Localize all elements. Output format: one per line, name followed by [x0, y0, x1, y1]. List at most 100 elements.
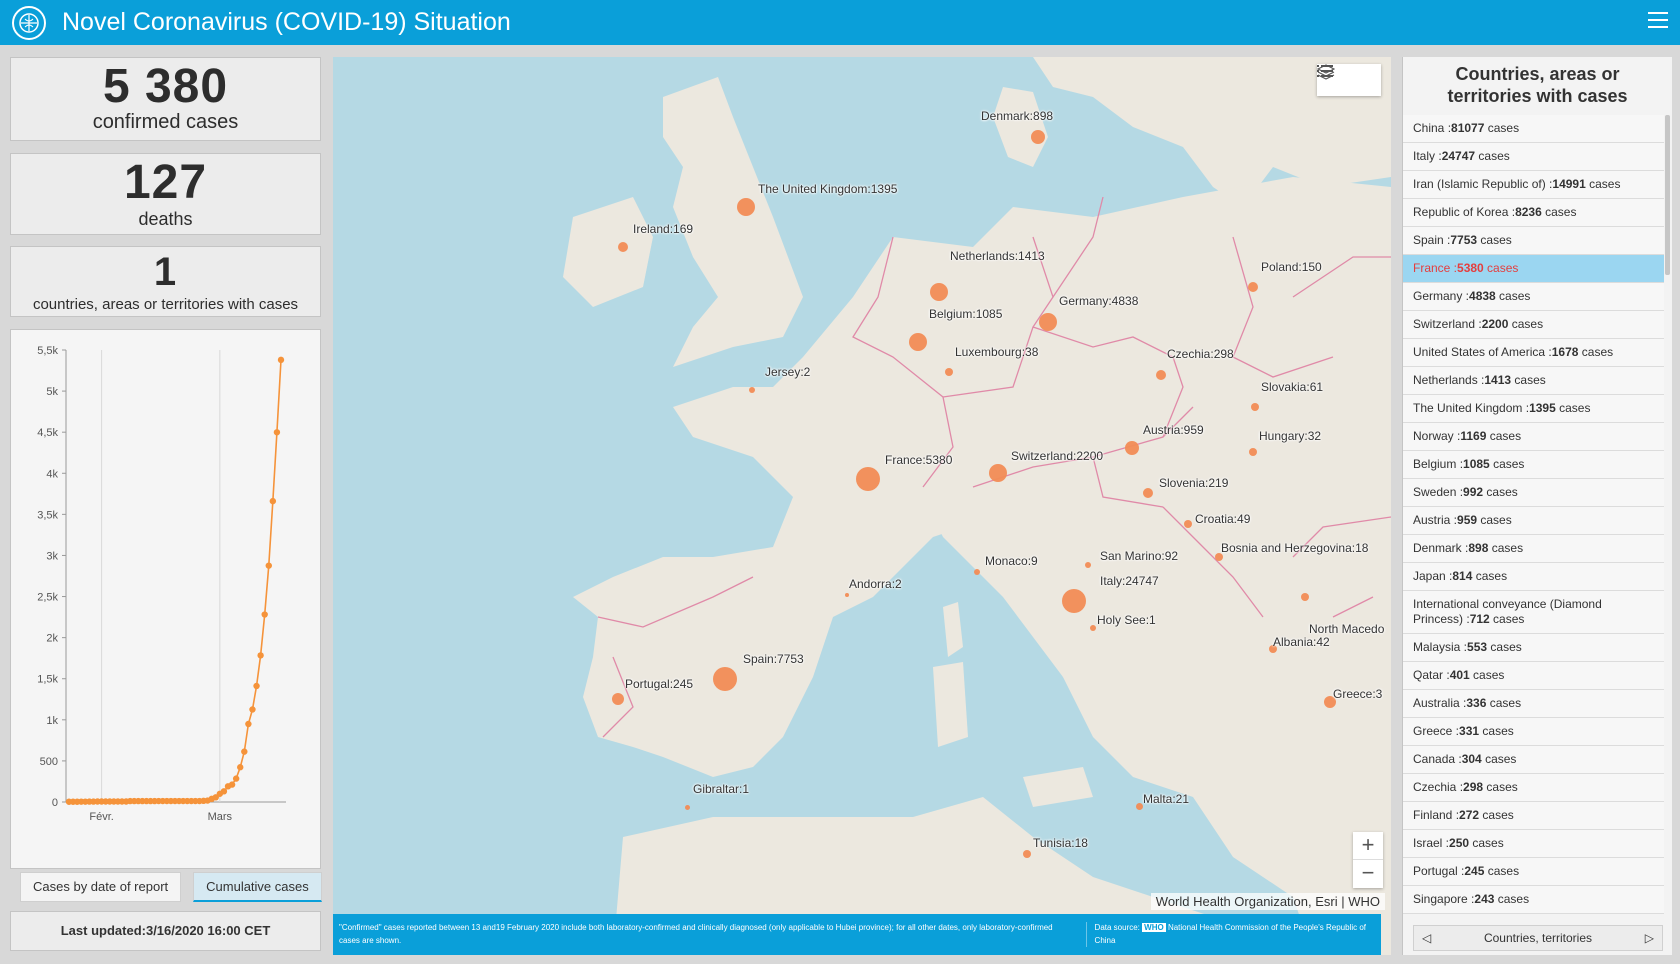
case-marker[interactable]	[618, 242, 628, 252]
list-item[interactable]: China :81077 cases	[1403, 115, 1664, 143]
case-marker[interactable]	[1251, 403, 1259, 411]
list-item[interactable]: Canada :304 cases	[1403, 746, 1664, 774]
list-item-name: Israel :	[1413, 836, 1450, 850]
list-item[interactable]: Australia :336 cases	[1403, 690, 1664, 718]
list-scrollbar[interactable]	[1665, 115, 1670, 275]
data-point[interactable]	[237, 764, 244, 771]
who-tag: WHO	[1142, 923, 1166, 932]
list-item[interactable]: Iran (Islamic Republic of) :14991 cases	[1403, 171, 1664, 199]
map-label: Andorra:2	[849, 577, 902, 591]
case-marker[interactable]	[1090, 625, 1096, 631]
list-item[interactable]: Germany :4838 cases	[1403, 283, 1664, 311]
chevron-right-icon[interactable]: ▷	[1645, 931, 1654, 945]
list-item[interactable]: Sweden :992 cases	[1403, 479, 1664, 507]
country-list[interactable]: China :81077 cases Italy :24747 cases Iran…	[1403, 115, 1664, 918]
tab-cases-by-date[interactable]: Cases by date of report	[20, 872, 182, 902]
data-point[interactable]	[273, 429, 281, 436]
case-marker[interactable]	[909, 333, 927, 351]
list-item[interactable]: Finland :272 cases	[1403, 802, 1664, 830]
case-marker[interactable]	[1031, 130, 1045, 144]
data-point[interactable]	[241, 748, 248, 755]
map-label: Germany:4838	[1059, 294, 1139, 308]
map-attribution[interactable]: World Health Organization, Esri | WHO	[1150, 893, 1385, 910]
case-marker[interactable]	[1023, 850, 1031, 858]
list-item[interactable]: Israel :250 cases	[1403, 830, 1664, 858]
list-item-name: Denmark :	[1413, 541, 1469, 555]
case-marker[interactable]	[1156, 370, 1166, 380]
case-marker[interactable]	[1143, 488, 1153, 498]
case-marker[interactable]	[1085, 562, 1091, 568]
list-item[interactable]: Qatar :401 cases	[1403, 662, 1664, 690]
who-emblem-icon	[12, 5, 46, 40]
list-item[interactable]: Greece :331 cases	[1403, 718, 1664, 746]
list-item[interactable]: United States of America :1678 cases	[1403, 339, 1664, 367]
chevron-left-icon[interactable]: ◁	[1422, 931, 1431, 945]
tab-cumulative-cases[interactable]: Cumulative cases	[193, 872, 322, 902]
data-point[interactable]	[277, 356, 285, 364]
data-point[interactable]	[232, 775, 240, 782]
case-marker[interactable]	[1135, 802, 1143, 810]
list-item[interactable]: Republic of Korea :8236 cases	[1403, 199, 1664, 227]
data-point[interactable]	[249, 706, 256, 713]
list-item[interactable]: Austria :959 cases	[1403, 507, 1664, 535]
map-label: Switzerland:2200	[1011, 449, 1104, 463]
map-label: Italy:24747	[1100, 574, 1159, 588]
case-marker[interactable]	[612, 693, 624, 705]
case-marker[interactable]	[1125, 441, 1139, 455]
case-marker[interactable]	[989, 464, 1007, 482]
case-marker[interactable]	[713, 667, 737, 691]
list-item[interactable]: Portugal :245 cases	[1403, 858, 1664, 886]
data-point[interactable]	[220, 788, 228, 795]
data-point[interactable]	[253, 682, 260, 690]
map-tools	[1317, 64, 1381, 96]
list-item-name: The United Kingdom :	[1413, 401, 1530, 415]
list-item[interactable]: Switzerland :2200 cases	[1403, 311, 1664, 339]
list-item[interactable]: International conveyance (Diamond Prince…	[1403, 591, 1664, 634]
layers-icon[interactable]	[1317, 64, 1381, 96]
map-view[interactable]: Denmark:898 The United Kingdom:1395 Irelan…	[333, 57, 1391, 955]
list-item[interactable]: Japan :814 cases	[1403, 563, 1664, 591]
data-point[interactable]	[257, 652, 264, 659]
list-item-name: Australia :	[1413, 696, 1467, 710]
case-marker[interactable]	[684, 804, 690, 810]
case-marker[interactable]	[1062, 589, 1086, 613]
data-point[interactable]	[269, 497, 277, 505]
list-item[interactable]: Italy :24747 cases	[1403, 143, 1664, 171]
case-marker[interactable]	[737, 198, 755, 216]
data-point[interactable]	[228, 781, 236, 788]
case-marker[interactable]	[1249, 448, 1257, 456]
data-point[interactable]	[261, 611, 268, 618]
case-marker[interactable]	[1184, 520, 1192, 528]
x-tick-label: Mars	[208, 811, 233, 823]
hamburger-menu-icon[interactable]	[1648, 12, 1668, 30]
data-point[interactable]	[245, 720, 252, 728]
list-item[interactable]: Norway :1169 cases	[1403, 423, 1664, 451]
list-item[interactable]: Netherlands :1413 cases	[1403, 367, 1664, 395]
list-item-suffix: cases	[1541, 205, 1577, 219]
case-marker[interactable]	[856, 467, 880, 491]
case-marker[interactable]	[1248, 282, 1258, 292]
case-marker[interactable]	[749, 387, 755, 393]
list-item[interactable]: Spain :7753 cases	[1403, 227, 1664, 255]
case-marker[interactable]	[1039, 313, 1057, 331]
list-item-suffix: cases	[1489, 612, 1525, 626]
confirmed-note: "Confirmed" cases reported between 13 an…	[339, 923, 1053, 945]
list-item[interactable]: Malaysia :553 cases	[1403, 634, 1664, 662]
list-item[interactable]: The United Kingdom :1395 cases	[1403, 395, 1664, 423]
list-item[interactable]: Singapore :243 cases	[1403, 886, 1664, 914]
case-marker[interactable]	[974, 569, 980, 575]
list-item-name: Greece :	[1413, 724, 1460, 738]
case-marker[interactable]	[945, 368, 953, 376]
case-marker[interactable]	[845, 593, 849, 597]
zoom-in-button[interactable]: +	[1353, 832, 1383, 860]
list-item[interactable]: Denmark :898 cases	[1403, 535, 1664, 563]
case-marker[interactable]	[1301, 593, 1309, 601]
countries-label: countries, areas or territories with cas…	[32, 296, 299, 313]
data-point[interactable]	[265, 562, 272, 569]
list-item[interactable]: Czechia :298 cases	[1403, 774, 1664, 802]
list-item-suffix: cases	[1477, 513, 1512, 527]
case-marker[interactable]	[930, 283, 948, 301]
zoom-out-button[interactable]: −	[1353, 860, 1383, 888]
list-item[interactable]: Belgium :1085 cases	[1403, 451, 1664, 479]
list-item[interactable]: France :5380 cases	[1403, 255, 1664, 283]
